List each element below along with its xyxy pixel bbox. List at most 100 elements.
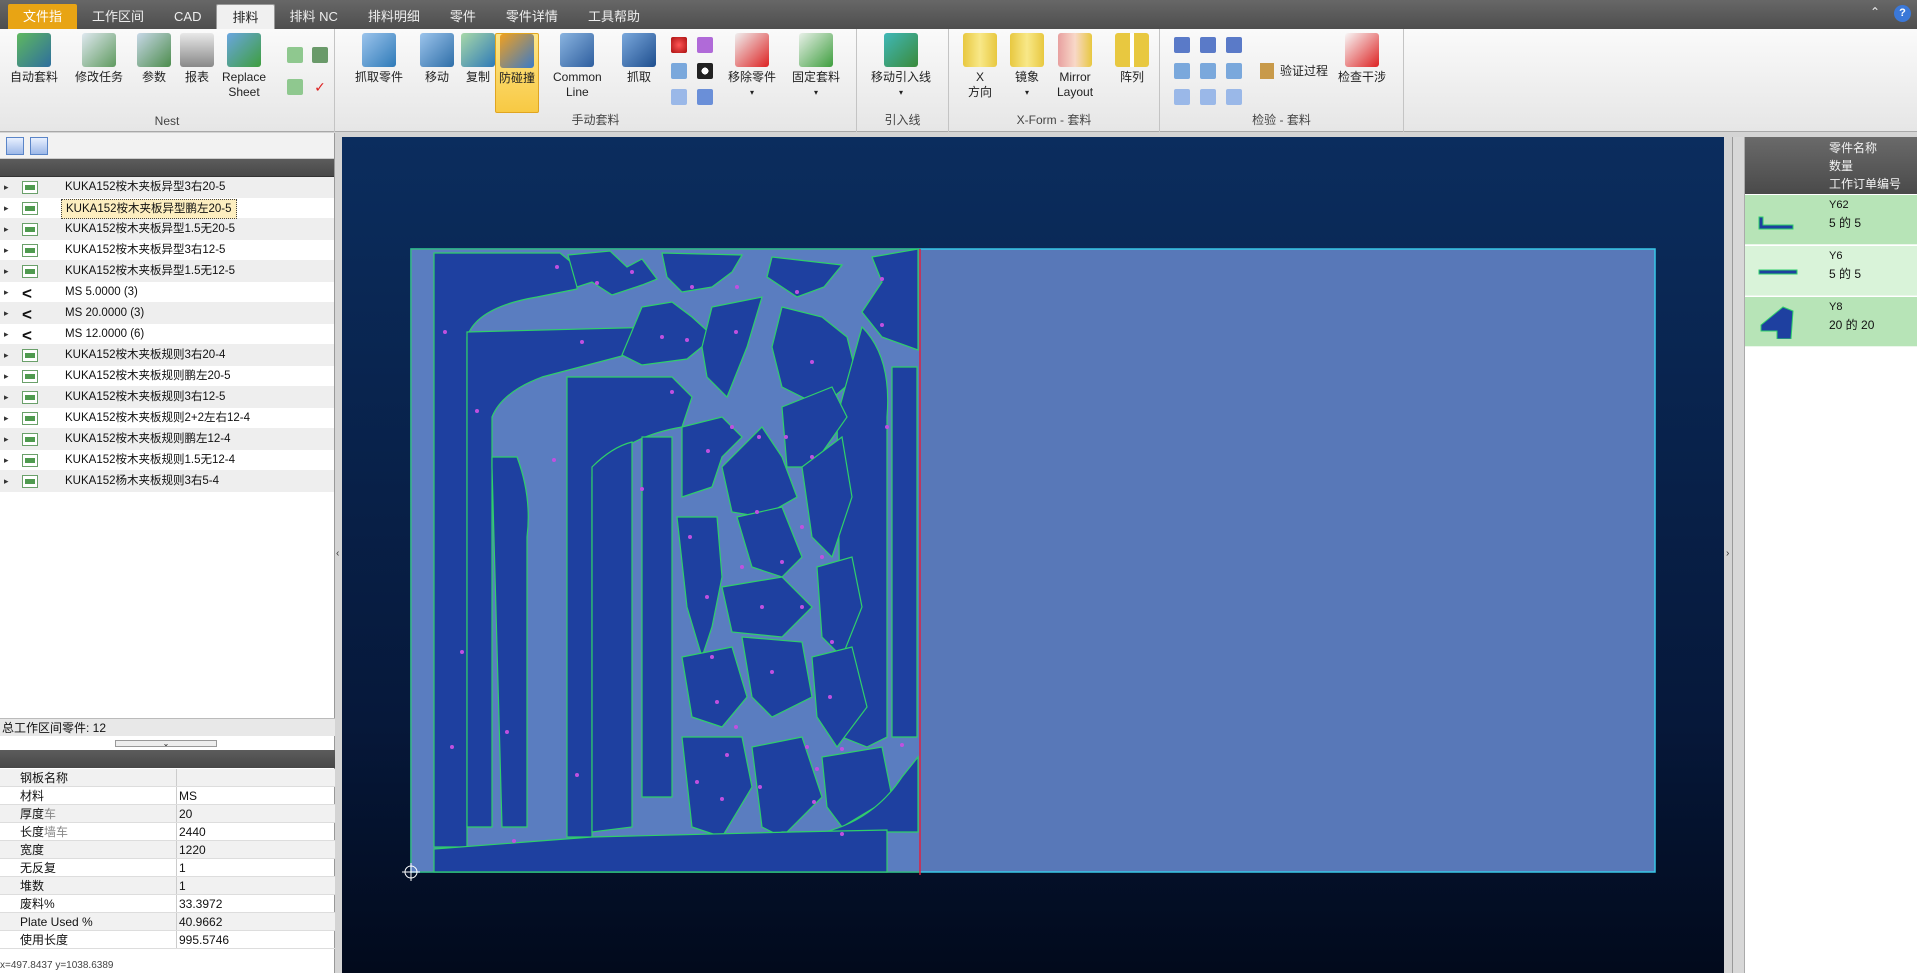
check-interference-button[interactable]: 检查干涉: [1338, 33, 1386, 85]
property-value[interactable]: 2440: [177, 823, 206, 840]
tree-item-material[interactable]: ▸ < MS 5.0000 (3): [0, 282, 334, 303]
tab-nesting-nc[interactable]: 排料 NC: [275, 4, 353, 29]
tab-parts[interactable]: 零件: [435, 4, 491, 29]
expand-arrow-icon[interactable]: ▸: [4, 324, 9, 345]
x-direction-button[interactable]: X 方向: [963, 33, 997, 100]
tab-workspace[interactable]: 工作区间: [77, 4, 159, 29]
small-a-icon[interactable]: [697, 37, 713, 53]
array-button[interactable]: 阵列: [1115, 33, 1149, 85]
parameters-button[interactable]: 参数: [137, 33, 171, 85]
property-value[interactable]: 1220: [177, 841, 206, 858]
tab-part-details[interactable]: 零件详情: [491, 4, 573, 29]
small-shape2-icon[interactable]: [671, 89, 687, 105]
fix-nest-button[interactable]: 固定套料 ▾: [792, 33, 840, 100]
small-nest-icon-1[interactable]: [287, 47, 303, 63]
part-row-y6[interactable]: Y6 5 的 5: [1733, 246, 1917, 296]
expand-arrow-icon[interactable]: ▸: [4, 429, 9, 450]
verify-tool-icon-6[interactable]: [1226, 63, 1242, 79]
tree-item-part[interactable]: ▸ KUKA152桉木夹板规则鹏左20-5: [0, 366, 334, 387]
tab-file[interactable]: 文件指: [8, 4, 78, 29]
property-value[interactable]: 40.9662: [177, 913, 222, 930]
expand-arrow-icon[interactable]: ▸: [4, 387, 9, 408]
grab-button[interactable]: 抓取: [622, 33, 656, 85]
collapse-right-icon[interactable]: ›: [1726, 548, 1729, 559]
tab-tools-help[interactable]: 工具帮助: [573, 4, 655, 29]
verify-process-button[interactable]: 验证过程: [1260, 62, 1328, 79]
tree-item-material[interactable]: ▸ < MS 12.0000 (6): [0, 324, 334, 345]
property-value[interactable]: 995.5746: [177, 931, 229, 948]
nesting-canvas[interactable]: [342, 137, 1724, 973]
tab-nesting[interactable]: 排料: [216, 4, 275, 29]
expand-arrow-icon[interactable]: ▸: [4, 450, 9, 471]
small-check-icon[interactable]: [287, 79, 303, 95]
panel-splitter[interactable]: ⌄: [115, 740, 217, 748]
verify-tool-icon-3[interactable]: [1226, 37, 1242, 53]
part-row-y8[interactable]: Y8 20 的 20: [1733, 297, 1917, 347]
list-view-icon[interactable]: [30, 137, 48, 155]
property-value[interactable]: MS: [177, 787, 197, 804]
tree-item-part[interactable]: ▸ KUKA152桉木夹板异型1.5无20-5: [0, 219, 334, 240]
expand-arrow-icon[interactable]: ▸: [4, 261, 9, 282]
property-value[interactable]: 1: [177, 877, 186, 894]
expand-arrow-icon[interactable]: ▸: [4, 177, 9, 198]
verify-tool-icon-2[interactable]: [1200, 37, 1216, 53]
tree-item-part[interactable]: ▸ KUKA152桉木夹板规则鹏左12-4: [0, 429, 334, 450]
target-icon[interactable]: [697, 63, 713, 79]
tab-nesting-detail[interactable]: 排料明细: [353, 4, 435, 29]
tree-item-part[interactable]: ▸ KUKA152桉木夹板异型鹏左20-5: [0, 198, 334, 219]
common-line-button[interactable]: Common Line: [553, 33, 602, 100]
tree-item-part[interactable]: ▸ KUKA152桉木夹板规则1.5无12-4: [0, 450, 334, 471]
report-button[interactable]: 报表: [180, 33, 214, 85]
ribbon: 自动套料 修改任务 参数 报表 Replace Sheet ✓ Nest 抓取零…: [0, 29, 1917, 132]
small-shape-icon[interactable]: [671, 63, 687, 79]
small-red-icon[interactable]: [671, 37, 687, 53]
tree-item-part[interactable]: ▸ KUKA152桉木夹板异型3右12-5: [0, 240, 334, 261]
tree-item-part[interactable]: ▸ KUKA152桉木夹板规则3右20-4: [0, 345, 334, 366]
expand-arrow-icon[interactable]: ▸: [4, 219, 9, 240]
mirror-layout-button[interactable]: Mirror Layout: [1057, 33, 1093, 100]
copy-button[interactable]: 复制: [461, 33, 495, 85]
collapse-left-icon[interactable]: ‹: [336, 548, 339, 559]
auto-nest-button[interactable]: 自动套料: [10, 33, 58, 85]
tab-cad[interactable]: CAD: [159, 4, 216, 29]
tree-item-part[interactable]: ▸ KUKA152桉木夹板异型1.5无12-5: [0, 261, 334, 282]
collision-avoid-button[interactable]: 防碰撞: [495, 33, 540, 113]
verify-tool-icon-8[interactable]: [1200, 89, 1216, 105]
minimize-ribbon-icon[interactable]: ⌃: [1870, 5, 1880, 22]
remove-part-button[interactable]: 移除零件 ▾: [728, 33, 776, 100]
verify-tool-icon-4[interactable]: [1174, 63, 1190, 79]
verify-tool-icon-1[interactable]: [1174, 37, 1190, 53]
rotate-icon[interactable]: [697, 89, 713, 105]
tree-item-part[interactable]: ▸ KUKA152桉木夹板规则3右12-5: [0, 387, 334, 408]
move-button[interactable]: 移动: [420, 33, 454, 85]
grab-part-button[interactable]: 抓取零件: [355, 33, 403, 85]
expand-arrow-icon[interactable]: ▸: [4, 198, 9, 219]
verify-tool-icon-5[interactable]: [1200, 63, 1216, 79]
tree-view-icon[interactable]: [6, 137, 24, 155]
property-value[interactable]: 1: [177, 859, 186, 876]
mirror-button[interactable]: 镜象 ▾: [1010, 33, 1044, 100]
expand-arrow-icon[interactable]: ▸: [4, 471, 9, 492]
property-value[interactable]: 33.3972: [177, 895, 222, 912]
small-nest-icon-2[interactable]: [312, 47, 328, 63]
tree-item-material[interactable]: ▸ < MS 20.0000 (3): [0, 303, 334, 324]
move-leadin-button[interactable]: 移动引入线 ▾: [871, 33, 931, 100]
expand-arrow-icon[interactable]: ▸: [4, 366, 9, 387]
property-value[interactable]: 20: [177, 805, 192, 822]
property-value[interactable]: [177, 769, 179, 786]
expand-arrow-icon[interactable]: ▸: [4, 408, 9, 429]
expand-arrow-icon[interactable]: ▸: [4, 240, 9, 261]
expand-arrow-icon[interactable]: ▸: [4, 282, 9, 303]
tree-item-part[interactable]: ▸ KUKA152杨木夹板规则3右5-4: [0, 471, 334, 492]
verify-tool-icon-9[interactable]: [1226, 89, 1242, 105]
expand-arrow-icon[interactable]: ▸: [4, 345, 9, 366]
expand-arrow-icon[interactable]: ▸: [4, 303, 9, 324]
tree-item-part[interactable]: ▸ KUKA152桉木夹板规则2+2左右12-4: [0, 408, 334, 429]
help-icon[interactable]: ?: [1894, 5, 1911, 22]
part-row-y62[interactable]: Y62 5 的 5: [1733, 195, 1917, 245]
tree-item-part[interactable]: ▸ KUKA152桉木夹板异型3右20-5: [0, 177, 334, 198]
verify-tool-icon-7[interactable]: [1174, 89, 1190, 105]
modify-task-button[interactable]: 修改任务: [75, 33, 123, 85]
red-check-icon[interactable]: ✓: [312, 79, 328, 95]
replace-sheet-button[interactable]: Replace Sheet: [222, 33, 266, 100]
